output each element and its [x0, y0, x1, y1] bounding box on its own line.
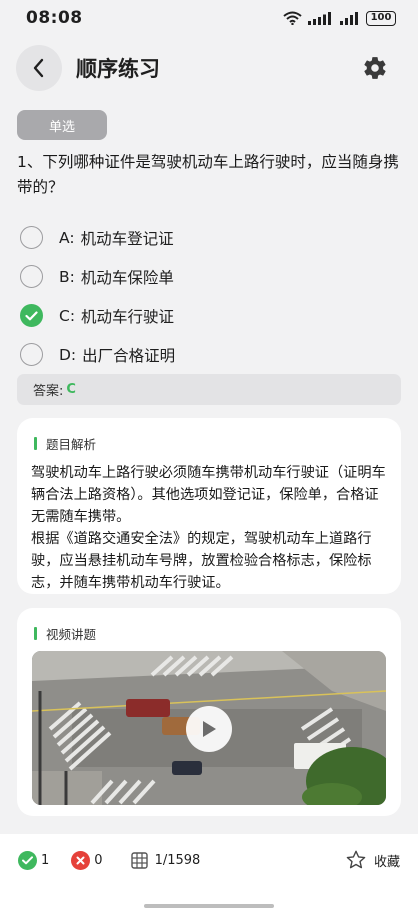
- analysis-paragraph: 根据《道路交通安全法》的规定，驾驶机动车上道路行驶，应当悬挂机动车号牌，放置检验…: [31, 531, 372, 591]
- correct-count-stat[interactable]: 1: [18, 850, 50, 870]
- option-c[interactable]: C: 机动车行驶证: [20, 296, 400, 335]
- bottom-stats-row: 1 0 1/1598 收藏: [0, 834, 418, 886]
- back-button[interactable]: [16, 45, 62, 91]
- option-text: 机动车登记证: [80, 229, 174, 248]
- section-marker: [34, 627, 37, 640]
- radio-unchecked-icon: [20, 343, 43, 366]
- option-a[interactable]: A: 机动车登记证: [20, 218, 400, 257]
- status-icons: 100: [283, 10, 396, 26]
- analysis-card: 题目解析 驾驶机动车上路行驶必须随车携带机动车行驶证（证明车辆合法上路资格）。其…: [17, 418, 401, 594]
- analysis-title: 题目解析: [46, 437, 97, 452]
- progress-stat[interactable]: 1/1598: [130, 851, 201, 869]
- question-type-badge: 单选: [17, 110, 107, 140]
- video-title: 视频讲题: [46, 627, 97, 642]
- correct-check-icon: [18, 850, 37, 870]
- status-time: 08:08: [26, 8, 83, 28]
- option-text: 机动车行驶证: [81, 307, 175, 326]
- question-text: 1、下列哪种证件是驾驶机动车上路行驶时，应当随身携带的？: [17, 153, 399, 196]
- wrong-x-icon: [71, 850, 91, 870]
- option-d[interactable]: D: 出厂合格证明: [20, 335, 400, 374]
- option-list: A: 机动车登记证 B: 机动车保险单 C: 机动车行驶证 D: 出厂合格证明: [20, 218, 400, 374]
- option-text: 出厂合格证明: [82, 346, 176, 365]
- correct-count: 1: [41, 852, 50, 868]
- answer-bar: 答案: C: [17, 374, 401, 405]
- favorite-label: 收藏: [373, 854, 400, 870]
- video-header: 视频讲题: [17, 608, 401, 644]
- star-icon: [346, 850, 366, 869]
- grid-icon: [130, 851, 148, 869]
- progress-text: 1/1598: [154, 852, 201, 868]
- favorite-button[interactable]: 收藏: [345, 849, 400, 871]
- option-letter: D:: [59, 345, 77, 364]
- play-button[interactable]: [186, 706, 232, 752]
- option-letter: C:: [59, 306, 76, 325]
- analysis-header: 题目解析: [17, 418, 401, 454]
- status-bar: 08:08 100: [0, 0, 418, 36]
- wifi-icon: [283, 11, 302, 25]
- video-thumbnail[interactable]: [32, 651, 386, 805]
- radio-unchecked-icon: [20, 265, 43, 288]
- wrong-count-stat[interactable]: 0: [71, 850, 103, 870]
- checkmark-icon: [20, 304, 43, 327]
- settings-button[interactable]: [360, 53, 390, 83]
- radio-unchecked-icon: [20, 226, 43, 249]
- analysis-body: 驾驶机动车上路行驶必须随车携带机动车行驶证（证明车辆合法上路资格）。其他选项如登…: [17, 454, 401, 594]
- app-header: 顺序练习: [0, 42, 418, 94]
- chevron-left-icon: [33, 58, 44, 78]
- option-letter: A:: [59, 228, 75, 247]
- home-indicator[interactable]: [144, 904, 274, 908]
- battery-icon: 100: [366, 10, 396, 26]
- signal-icon: [340, 11, 358, 25]
- gear-icon: [364, 57, 386, 79]
- answer-label: 答案:: [33, 384, 64, 399]
- wrong-count: 0: [94, 852, 103, 868]
- option-b[interactable]: B: 机动车保险单: [20, 257, 400, 296]
- answer-value: C: [66, 382, 76, 397]
- video-card: 视频讲题: [17, 608, 401, 816]
- option-text: 机动车保险单: [80, 268, 174, 287]
- signal-icon: [308, 11, 331, 25]
- analysis-paragraph: 驾驶机动车上路行驶必须随车携带机动车行驶证（证明车辆合法上路资格）。其他选项如登…: [31, 465, 386, 525]
- page-title: 顺序练习: [76, 57, 160, 81]
- section-marker: [34, 437, 37, 450]
- option-letter: B:: [59, 267, 75, 286]
- bottom-bar: 1 0 1/1598 收藏: [0, 834, 418, 915]
- play-icon: [203, 721, 216, 737]
